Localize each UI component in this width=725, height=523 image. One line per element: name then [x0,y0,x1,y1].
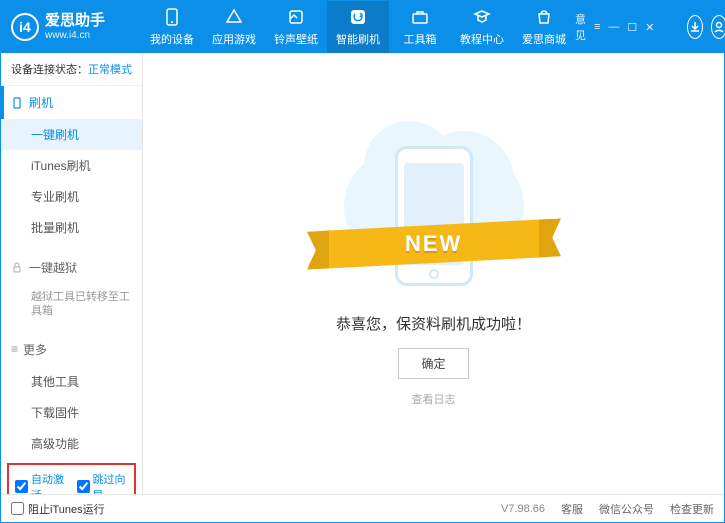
ok-button[interactable]: 确定 [398,348,468,379]
nav-label: 爱思商城 [522,31,566,47]
checkbox-auto-activate[interactable]: 自动激活 [15,471,67,494]
checkbox-label: 自动激活 [31,471,67,494]
nav-label: 铃声壁纸 [274,31,318,47]
logo: i4 爱思助手 www.i4.cn [11,13,141,41]
lock-icon [11,262,23,274]
main-content: NEW 恭喜您，保资料刷机成功啦！ 确定 查看日志 [143,53,724,494]
view-log-link[interactable]: 查看日志 [412,391,456,407]
maximize-icon[interactable]: ☐ [627,21,637,34]
sidebar-item-batch-flash[interactable]: 批量刷机 [1,212,142,243]
body: 设备连接状态：正常模式 刷机 一键刷机 iTunes刷机 专业刷机 批量刷机 一… [1,53,724,494]
more-icon: ≡ [11,342,17,356]
toolbox-icon [410,7,430,27]
sidebar-group-flash[interactable]: 刷机 [1,86,142,119]
store-icon [534,7,554,27]
feedback-button[interactable]: 意见 [575,11,586,43]
version-label: V7.98.66 [501,503,545,515]
nav-label: 智能刷机 [336,31,380,47]
nav-toolbox[interactable]: 工具箱 [389,1,451,53]
nav-my-device[interactable]: 我的设备 [141,1,203,53]
status-value: 正常模式 [88,64,132,76]
statusbar: 阻止iTunes运行 V7.98.66 客服 微信公众号 检查更新 [1,494,724,522]
minimize-icon[interactable]: — [608,21,619,33]
group-label: 一键越狱 [29,259,77,276]
window-controls: 意见 ≡ — ☐ ✕ [575,11,725,43]
apps-icon [224,7,244,27]
account-button[interactable] [711,15,725,39]
check-update-link[interactable]: 检查更新 [670,501,714,517]
checkbox-label: 阻止iTunes运行 [28,501,105,517]
sidebar-item-other-tools[interactable]: 其他工具 [1,366,142,397]
sidebar-item-advanced[interactable]: 高级功能 [1,428,142,459]
checkbox-input[interactable] [15,480,28,493]
app-title: 爱思助手 [45,13,105,30]
ribbon-text: NEW [405,231,462,257]
app-window: i4 爱思助手 www.i4.cn 我的设备 应用游戏 铃声壁纸 智能刷机 [0,0,725,523]
nav-label: 工具箱 [404,31,437,47]
success-message: 恭喜您，保资料刷机成功啦！ [336,313,531,334]
phone-icon [11,97,23,109]
sidebar-item-download-firmware[interactable]: 下载固件 [1,397,142,428]
checkbox-label: 跳过向导 [93,471,129,494]
sidebar-item-one-click-flash[interactable]: 一键刷机 [1,119,142,150]
group-label: 刷机 [29,94,53,111]
sidebar: 设备连接状态：正常模式 刷机 一键刷机 iTunes刷机 专业刷机 批量刷机 一… [1,53,143,494]
close-icon[interactable]: ✕ [645,21,654,34]
success-illustration: NEW [329,141,539,291]
download-button[interactable] [687,15,703,39]
app-url: www.i4.cn [45,30,105,41]
status-label: 设备连接状态： [11,64,88,76]
jailbreak-note: 越狱工具已转移至工具箱 [1,284,142,325]
customer-service-link[interactable]: 客服 [561,501,583,517]
connection-status: 设备连接状态：正常模式 [1,53,142,86]
nav-store[interactable]: 爱思商城 [513,1,575,53]
checkbox-block-itunes[interactable]: 阻止iTunes运行 [11,501,105,517]
wechat-link[interactable]: 微信公众号 [599,501,654,517]
sidebar-group-more[interactable]: ≡ 更多 [1,333,142,366]
group-label: 更多 [23,341,47,358]
checkbox-skip-guide[interactable]: 跳过向导 [77,471,129,494]
nav-smart-flash[interactable]: 智能刷机 [327,1,389,53]
titlebar: i4 爱思助手 www.i4.cn 我的设备 应用游戏 铃声壁纸 智能刷机 [1,1,724,53]
flash-icon [348,7,368,27]
nav-tutorials[interactable]: 教程中心 [451,1,513,53]
sidebar-item-pro-flash[interactable]: 专业刷机 [1,181,142,212]
nav-ringtone-wallpaper[interactable]: 铃声壁纸 [265,1,327,53]
menu-icon[interactable]: ≡ [594,21,600,33]
nav-label: 教程中心 [460,31,504,47]
device-icon [162,7,182,27]
ringtone-icon [286,7,306,27]
checkbox-input[interactable] [77,480,90,493]
nav-label: 我的设备 [150,31,194,47]
highlight-box: 自动激活 跳过向导 [7,463,136,494]
nav-label: 应用游戏 [212,31,256,47]
sidebar-item-itunes-flash[interactable]: iTunes刷机 [1,150,142,181]
sidebar-group-jailbreak[interactable]: 一键越狱 [1,251,142,284]
main-nav: 我的设备 应用游戏 铃声壁纸 智能刷机 工具箱 教程中心 [141,1,575,53]
checkbox-input[interactable] [11,502,24,515]
logo-icon: i4 [11,13,39,41]
nav-apps-games[interactable]: 应用游戏 [203,1,265,53]
tutorial-icon [472,7,492,27]
